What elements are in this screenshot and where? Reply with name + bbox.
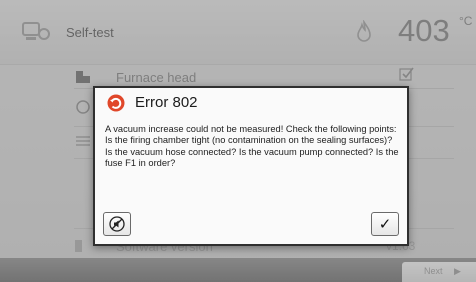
- dialog-message: A vacuum increase could not be measured!…: [105, 124, 399, 168]
- error-icon: [107, 94, 125, 112]
- confirm-button[interactable]: ✓: [371, 212, 399, 236]
- check-mark-icon: ✓: [378, 216, 392, 233]
- error-dialog: Error 802 A vacuum increase could not be…: [93, 86, 409, 246]
- dialog-title: Error 802: [135, 94, 198, 111]
- mute-speaker-icon: [109, 216, 125, 232]
- mute-button[interactable]: [103, 212, 131, 236]
- self-test-screen: Self-test 403 °C Furnace head Software v…: [0, 0, 476, 282]
